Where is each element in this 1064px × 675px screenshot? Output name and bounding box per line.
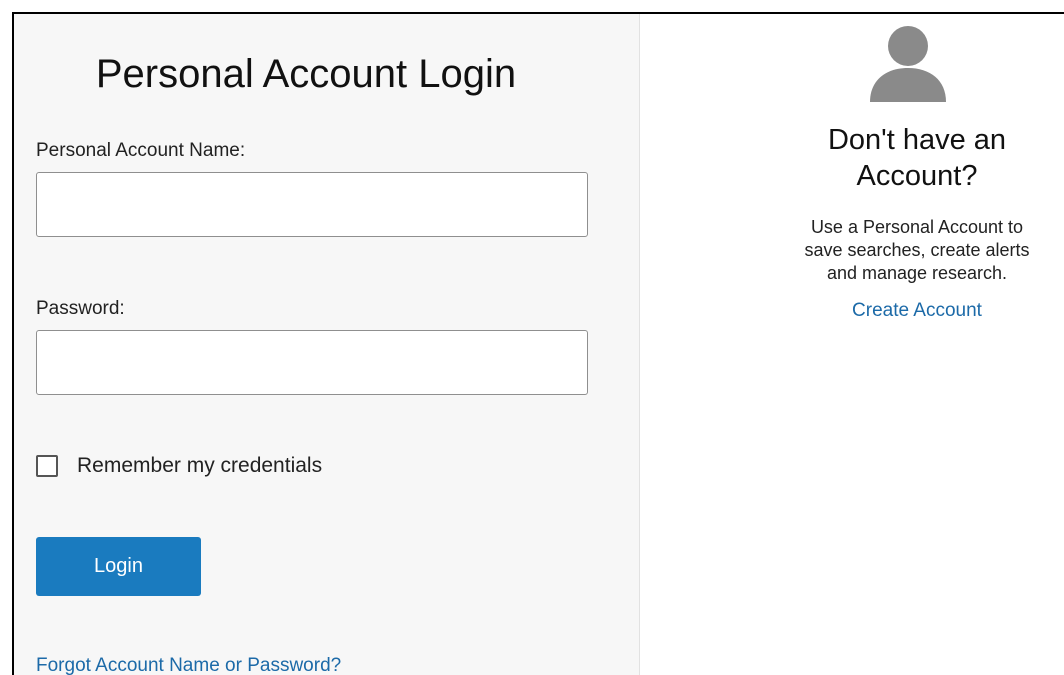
signup-description-line1: Use a Personal Account to xyxy=(810,217,1024,237)
page-frame: Personal Account Login Personal Account … xyxy=(12,12,1064,675)
signup-description: Use a Personal Account to save searches,… xyxy=(760,216,1064,285)
login-button[interactable]: Login xyxy=(36,537,201,596)
signup-description-line2: save searches, create alerts xyxy=(804,240,1030,260)
password-input[interactable] xyxy=(36,330,588,395)
account-name-label: Personal Account Name: xyxy=(36,140,246,161)
user-avatar-icon xyxy=(870,26,946,102)
remember-credentials-checkbox[interactable] xyxy=(36,455,58,477)
create-account-link[interactable]: Create Account xyxy=(760,300,1064,322)
remember-credentials-label[interactable]: Remember my credentials xyxy=(77,454,322,478)
signup-panel: Don't have an Account? Use a Personal Ac… xyxy=(640,14,1064,675)
signup-title-line2: Account? xyxy=(856,160,978,192)
signup-title: Don't have an Account? xyxy=(760,122,1064,194)
account-name-input[interactable] xyxy=(36,172,588,237)
password-label: Password: xyxy=(36,298,125,319)
remember-credentials-row[interactable]: Remember my credentials xyxy=(36,454,322,478)
forgot-credentials-link[interactable]: Forgot Account Name or Password? xyxy=(36,655,341,675)
login-panel: Personal Account Login Personal Account … xyxy=(14,14,640,675)
login-title: Personal Account Login xyxy=(95,52,517,96)
signup-description-line3: and manage research. xyxy=(826,263,1008,283)
signup-title-line1: Don't have an xyxy=(827,124,1007,156)
